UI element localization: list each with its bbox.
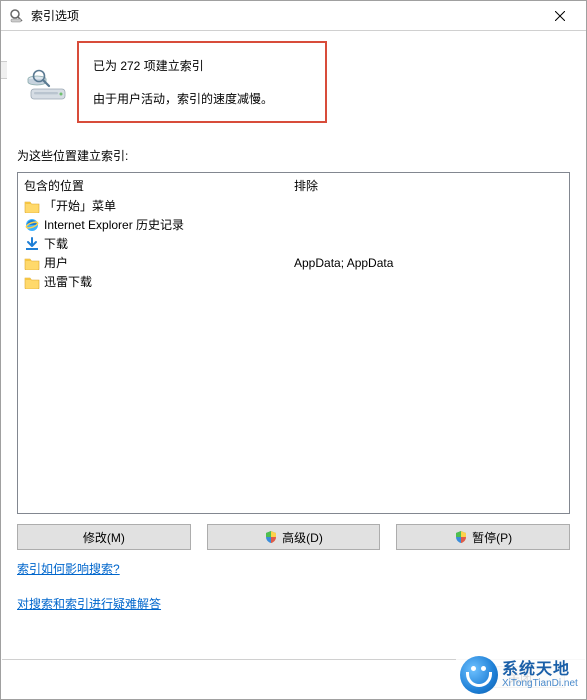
watermark: 系统天地 XiTongTianDi.net — [456, 651, 586, 699]
folder-icon — [24, 198, 40, 214]
status-indexed-count: 已为 272 项建立索引 — [93, 57, 305, 74]
shield-icon — [264, 530, 278, 544]
location-row[interactable]: Internet Explorer 历史记录 — [24, 215, 563, 234]
list-header: 包含的位置 排除 — [18, 173, 569, 196]
locations-list-panel: 包含的位置 排除 「开始」菜单Internet Explorer 历史记录下载用… — [17, 172, 570, 514]
watermark-logo-icon — [460, 656, 498, 694]
folder-icon — [24, 274, 40, 290]
status-row: 已为 272 项建立索引 由于用户活动，索引的速度减慢。 — [17, 41, 570, 123]
folder-icon — [24, 255, 40, 271]
location-row[interactable]: 「开始」菜单 — [24, 196, 563, 215]
list-body: 「开始」菜单Internet Explorer 历史记录下载用户AppData;… — [18, 196, 569, 513]
location-label: Internet Explorer 历史记录 — [44, 216, 294, 233]
pause-button[interactable]: 暂停(P) — [396, 524, 570, 550]
location-label: 用户 — [44, 254, 294, 271]
modify-button-label: 修改(M) — [83, 529, 125, 546]
modify-button[interactable]: 修改(M) — [17, 524, 191, 550]
status-highlight-box: 已为 272 项建立索引 由于用户活动，索引的速度减慢。 — [77, 41, 327, 123]
download-icon — [24, 236, 40, 252]
location-row[interactable]: 迅雷下载 — [24, 272, 563, 291]
location-excluded: AppData; AppData — [294, 256, 563, 270]
column-header-excluded[interactable]: 排除 — [294, 177, 563, 194]
pause-button-label: 暂停(P) — [472, 529, 512, 546]
drive-icon-wrap — [17, 41, 77, 103]
index-drive-icon — [25, 69, 69, 103]
link-how-affects-search[interactable]: 索引如何影响搜索? — [17, 560, 120, 577]
location-row[interactable]: 用户AppData; AppData — [24, 253, 563, 272]
content-area: 已为 272 项建立索引 由于用户活动，索引的速度减慢。 为这些位置建立索引: … — [1, 31, 586, 612]
status-speed-note: 由于用户活动，索引的速度减慢。 — [93, 90, 305, 107]
watermark-line1: 系统天地 — [502, 661, 578, 679]
watermark-line2: XiTongTianDi.net — [502, 678, 578, 689]
ie-icon — [24, 217, 40, 233]
locations-label: 为这些位置建立索引: — [17, 147, 570, 164]
shield-icon — [454, 530, 468, 544]
titlebar: 索引选项 — [1, 1, 586, 31]
close-icon — [555, 11, 565, 21]
location-label: 「开始」菜单 — [44, 197, 294, 214]
advanced-button-label: 高级(D) — [282, 529, 323, 546]
watermark-text: 系统天地 XiTongTianDi.net — [502, 661, 578, 690]
location-label: 迅雷下载 — [44, 273, 294, 290]
location-row[interactable]: 下载 — [24, 234, 563, 253]
edge-stub — [1, 61, 7, 79]
app-icon — [9, 8, 25, 24]
button-row: 修改(M) 高级(D) 暂停(P) — [17, 524, 570, 550]
advanced-button[interactable]: 高级(D) — [207, 524, 381, 550]
window-close-button[interactable] — [540, 2, 580, 30]
column-header-included[interactable]: 包含的位置 — [24, 177, 294, 194]
indexing-options-window: 索引选项 已为 272 项建立索引 — [0, 0, 587, 700]
location-label: 下载 — [44, 235, 294, 252]
link-troubleshoot[interactable]: 对搜索和索引进行疑难解答 — [17, 595, 161, 612]
window-title: 索引选项 — [31, 7, 540, 24]
